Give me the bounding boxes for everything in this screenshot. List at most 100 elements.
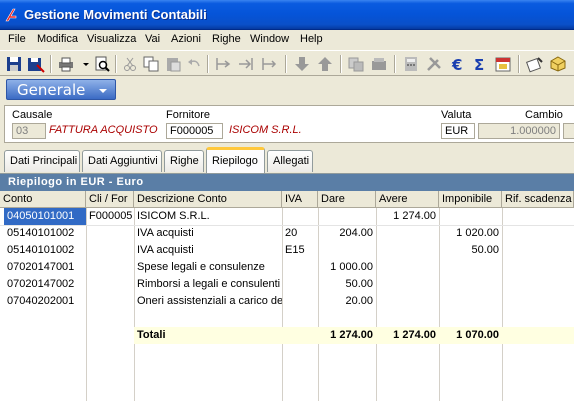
cell-descrizione[interactable]: Rimborsi a legali e consulenti xyxy=(134,276,282,293)
cell-dare[interactable]: 50.00 xyxy=(318,276,376,293)
tools-icon[interactable] xyxy=(425,55,443,73)
cell-iva[interactable] xyxy=(282,293,318,310)
cell-descrizione[interactable]: IVA acquisti xyxy=(134,242,282,259)
cell-clifor[interactable] xyxy=(86,293,134,310)
column-header-conto[interactable]: Conto xyxy=(0,191,86,208)
cell-avere[interactable] xyxy=(376,259,439,276)
causale-code-field[interactable]: 03 xyxy=(12,123,46,139)
column-header-iva[interactable]: IVA xyxy=(282,191,318,208)
column-header-rif-scadenza[interactable]: Rif. scadenza xyxy=(502,191,574,208)
cell-conto[interactable]: 07040202001 xyxy=(4,293,86,310)
cell-descrizione[interactable]: Spese legali e consulenze xyxy=(134,259,282,276)
cut-icon[interactable] xyxy=(121,55,139,73)
cambio-field[interactable]: 1.000000 xyxy=(478,123,560,139)
menu-vai[interactable]: Vai xyxy=(145,33,160,45)
copy-icon[interactable] xyxy=(142,55,160,73)
cell-clifor[interactable] xyxy=(86,259,134,276)
cell-imponibile[interactable] xyxy=(439,293,502,310)
cell-conto[interactable]: 05140101002 xyxy=(4,242,86,259)
tab-dati-aggiuntivi[interactable]: Dati Aggiuntivi xyxy=(82,150,162,172)
calculator-icon[interactable] xyxy=(402,55,420,73)
cell-iva[interactable] xyxy=(282,259,318,276)
print-icon[interactable] xyxy=(57,55,75,73)
move-up-icon[interactable] xyxy=(316,55,334,73)
cell-clifor[interactable] xyxy=(86,242,134,259)
delete-row-icon[interactable] xyxy=(260,55,278,73)
tab-riepilogo[interactable]: Riepilogo xyxy=(206,147,265,173)
cambio-extra-field[interactable] xyxy=(563,123,574,139)
cell-conto[interactable]: 07020147001 xyxy=(4,259,86,276)
menu-help[interactable]: Help xyxy=(300,33,323,45)
cell-iva[interactable] xyxy=(282,208,318,225)
note-icon[interactable] xyxy=(526,55,544,73)
tab-dati-principali[interactable]: Dati Principali xyxy=(4,150,80,172)
paste-icon[interactable] xyxy=(164,55,182,73)
cell-iva[interactable]: 20 xyxy=(282,225,318,242)
cell-dare[interactable]: 20.00 xyxy=(318,293,376,310)
menu-window[interactable]: Window xyxy=(250,33,289,45)
cell-iva[interactable]: E15 xyxy=(282,242,318,259)
archive-icon[interactable] xyxy=(370,55,388,73)
cell-avere[interactable] xyxy=(376,242,439,259)
column-header-imponibile[interactable]: Imponibile xyxy=(439,191,502,208)
cell-avere[interactable] xyxy=(376,276,439,293)
column-header-dare[interactable]: Dare xyxy=(318,191,376,208)
cell-clifor[interactable] xyxy=(86,276,134,293)
cell-dare[interactable] xyxy=(318,242,376,259)
tab-label: Dati Principali xyxy=(10,155,78,167)
cell-avere[interactable] xyxy=(376,293,439,310)
append-row-icon[interactable] xyxy=(237,55,255,73)
tab-label: Allegati xyxy=(273,155,310,167)
cell-descrizione[interactable]: IVA acquisti xyxy=(134,225,282,242)
cell-avere[interactable]: 1 274.00 xyxy=(376,208,439,225)
valuta-field[interactable]: EUR xyxy=(441,123,475,139)
undo-icon[interactable] xyxy=(185,55,203,73)
toolbar-separator xyxy=(518,55,520,73)
cell-imponibile[interactable] xyxy=(439,208,502,225)
cell-dare[interactable] xyxy=(318,208,376,225)
column-header-avere[interactable]: Avere xyxy=(376,191,439,208)
toolbar-separator xyxy=(207,55,209,73)
insert-row-icon[interactable] xyxy=(214,55,232,73)
menu-modifica[interactable]: Modifica xyxy=(37,33,78,45)
cell-descrizione[interactable]: Oneri assistenziali a carico de xyxy=(134,293,282,310)
menu-azioni[interactable]: Azioni xyxy=(171,33,201,45)
cell-conto[interactable]: 07020147002 xyxy=(4,276,86,293)
cell-dare[interactable]: 204.00 xyxy=(318,225,376,242)
cell-imponibile[interactable]: 50.00 xyxy=(439,242,502,259)
print-dropdown-icon[interactable] xyxy=(77,55,89,73)
cube-icon[interactable] xyxy=(549,55,567,73)
cell-imponibile[interactable]: 1 020.00 xyxy=(439,225,502,242)
cell-imponibile[interactable] xyxy=(439,259,502,276)
fornitore-code-field[interactable]: F000005 xyxy=(166,123,223,139)
calendar-icon[interactable] xyxy=(494,55,512,73)
total-imponibile: 1 070.00 xyxy=(456,329,499,341)
column-header-clifor[interactable]: Cli / For xyxy=(86,191,134,208)
fornitore-name: ISICOM S.R.L. xyxy=(229,124,302,136)
move-down-icon[interactable] xyxy=(293,55,311,73)
cell-descrizione[interactable]: ISICOM S.R.L. xyxy=(134,208,282,225)
cell-conto[interactable]: 04050101001 xyxy=(4,208,86,225)
cell-iva[interactable] xyxy=(282,276,318,293)
cell-clifor[interactable] xyxy=(86,225,134,242)
print-preview-icon[interactable] xyxy=(93,55,111,73)
section-dropdown-button[interactable]: Generale xyxy=(6,79,116,100)
save-icon[interactable] xyxy=(5,55,23,73)
cell-dare[interactable]: 1 000.00 xyxy=(318,259,376,276)
save-close-icon[interactable] xyxy=(27,55,45,73)
menu-righe[interactable]: Righe xyxy=(212,33,241,45)
tab-allegati[interactable]: Allegati xyxy=(267,150,313,172)
cell-avere[interactable] xyxy=(376,225,439,242)
menu-visualizza[interactable]: Visualizza xyxy=(87,33,136,45)
causale-description: FATTURA ACQUISTO xyxy=(49,124,158,136)
menu-file[interactable]: File xyxy=(8,33,26,45)
duplicate-icon[interactable] xyxy=(347,55,365,73)
euro-icon[interactable]: € xyxy=(449,55,467,73)
column-header-descrizione[interactable]: Descrizione Conto xyxy=(134,191,282,208)
cell-imponibile[interactable] xyxy=(439,276,502,293)
cell-clifor[interactable]: F000005 xyxy=(86,208,134,225)
toolbar-separator xyxy=(285,55,287,73)
sigma-icon[interactable]: Σ xyxy=(471,55,489,73)
cell-conto[interactable]: 05140101002 xyxy=(4,225,86,242)
tab-righe[interactable]: Righe xyxy=(164,150,204,172)
